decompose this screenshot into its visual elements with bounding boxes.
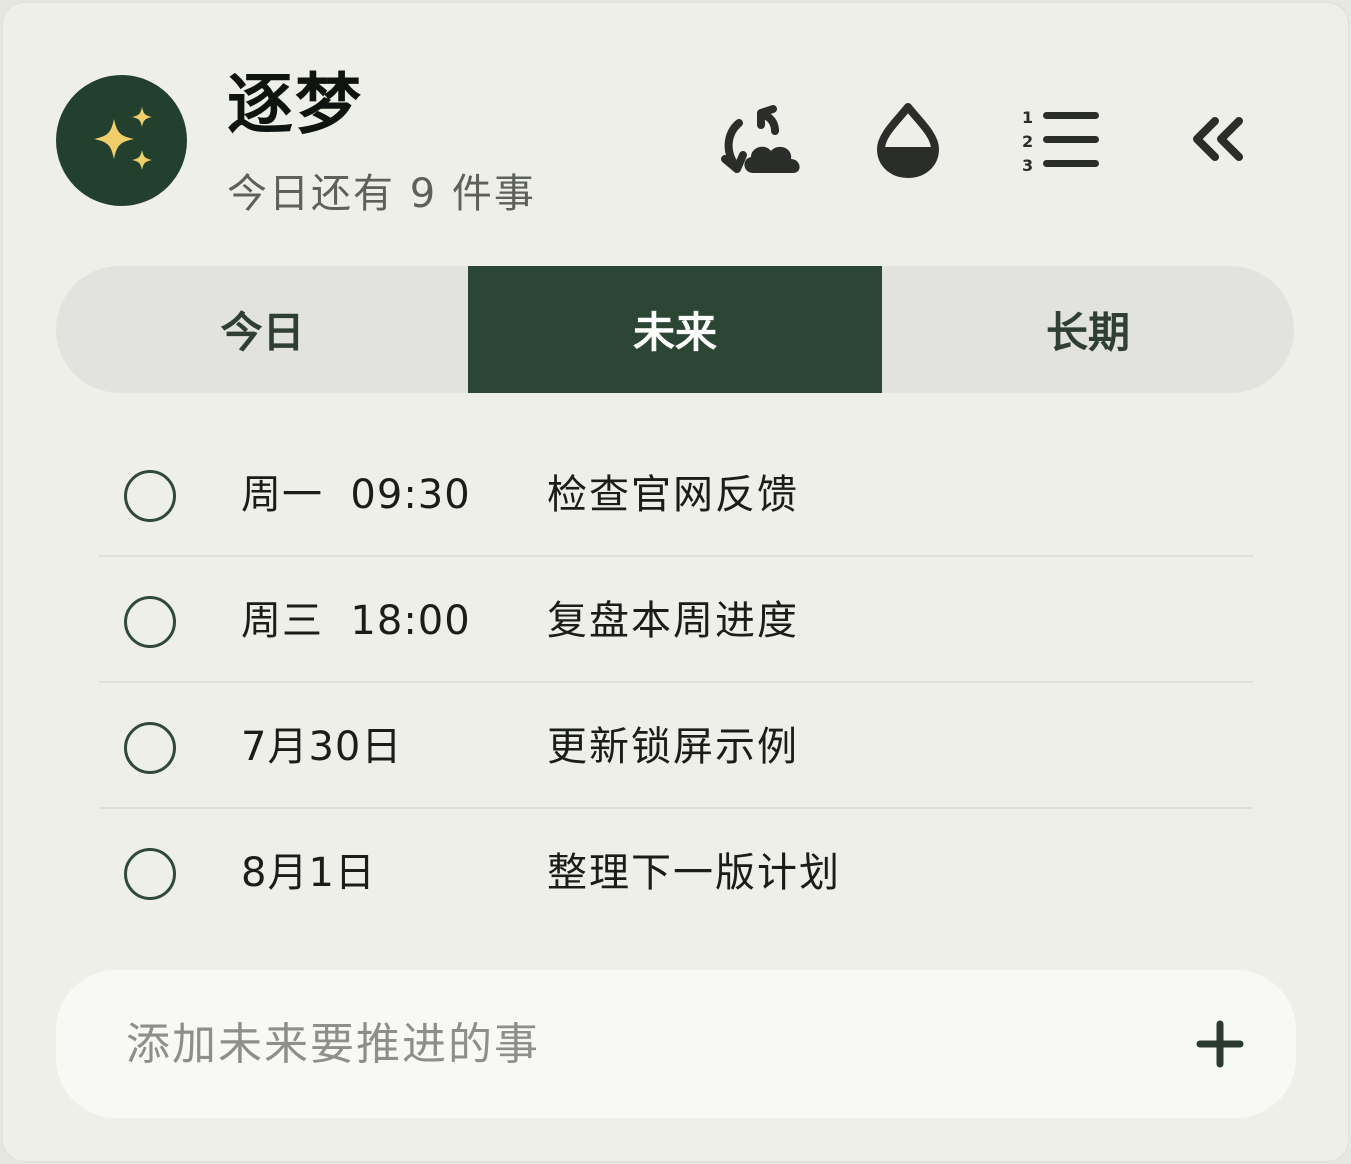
collapse-button[interactable] <box>1189 115 1249 163</box>
svg-text:3: 3 <box>1022 156 1033 173</box>
task-date: 周一 09:30 <box>241 472 471 518</box>
drop-icon <box>877 103 939 178</box>
theme-button[interactable] <box>875 101 941 179</box>
task-row: 8月1日 整理下一版计划 <box>99 811 1253 935</box>
svg-text:1: 1 <box>1022 108 1033 127</box>
widget-card: 逐梦 今日还有 9 件事 1 2 3 今日 未来 长期 周一 09:30 检查官… <box>2 2 1349 1162</box>
svg-text:2: 2 <box>1022 132 1033 151</box>
row-divider <box>99 681 1253 683</box>
double-chevron-left-icon <box>1193 117 1243 161</box>
add-task-input[interactable] <box>126 970 1126 1118</box>
task-title[interactable]: 整理下一版计划 <box>547 811 841 935</box>
task-row: 周三 18:00 复盘本周进度 <box>99 559 1253 683</box>
task-checkbox[interactable] <box>124 848 176 900</box>
row-divider <box>99 807 1253 809</box>
task-title[interactable]: 复盘本周进度 <box>547 559 799 683</box>
tab-today[interactable]: 今日 <box>56 266 469 393</box>
list-view-button[interactable]: 1 2 3 <box>1021 107 1101 173</box>
sync-button[interactable] <box>715 103 807 179</box>
tab-future[interactable]: 未来 <box>468 266 882 393</box>
numbered-list-icon: 1 2 3 <box>1022 108 1099 173</box>
tab-bar: 今日 未来 长期 <box>56 266 1294 393</box>
task-checkbox[interactable] <box>124 596 176 648</box>
add-task-bar <box>56 970 1296 1118</box>
task-title[interactable]: 检查官网反馈 <box>547 433 799 557</box>
sparkles-icon <box>94 107 152 170</box>
tab-long-term[interactable]: 长期 <box>882 266 1294 393</box>
task-date: 周三 18:00 <box>241 598 471 644</box>
task-checkbox[interactable] <box>124 470 176 522</box>
sync-cloud-icon <box>721 105 800 173</box>
task-row: 周一 09:30 检查官网反馈 <box>99 433 1253 557</box>
add-task-button[interactable] <box>1194 1018 1246 1070</box>
plus-icon <box>1196 1020 1244 1068</box>
task-title[interactable]: 更新锁屏示例 <box>547 685 799 809</box>
task-checkbox[interactable] <box>124 722 176 774</box>
task-date: 7月30日 <box>241 724 403 770</box>
remaining-count: 今日还有 9 件事 <box>227 171 536 217</box>
app-avatar <box>56 75 187 206</box>
task-row: 7月30日 更新锁屏示例 <box>99 685 1253 809</box>
app-title: 逐梦 <box>227 66 363 143</box>
task-date: 8月1日 <box>241 850 376 896</box>
row-divider <box>99 555 1253 557</box>
